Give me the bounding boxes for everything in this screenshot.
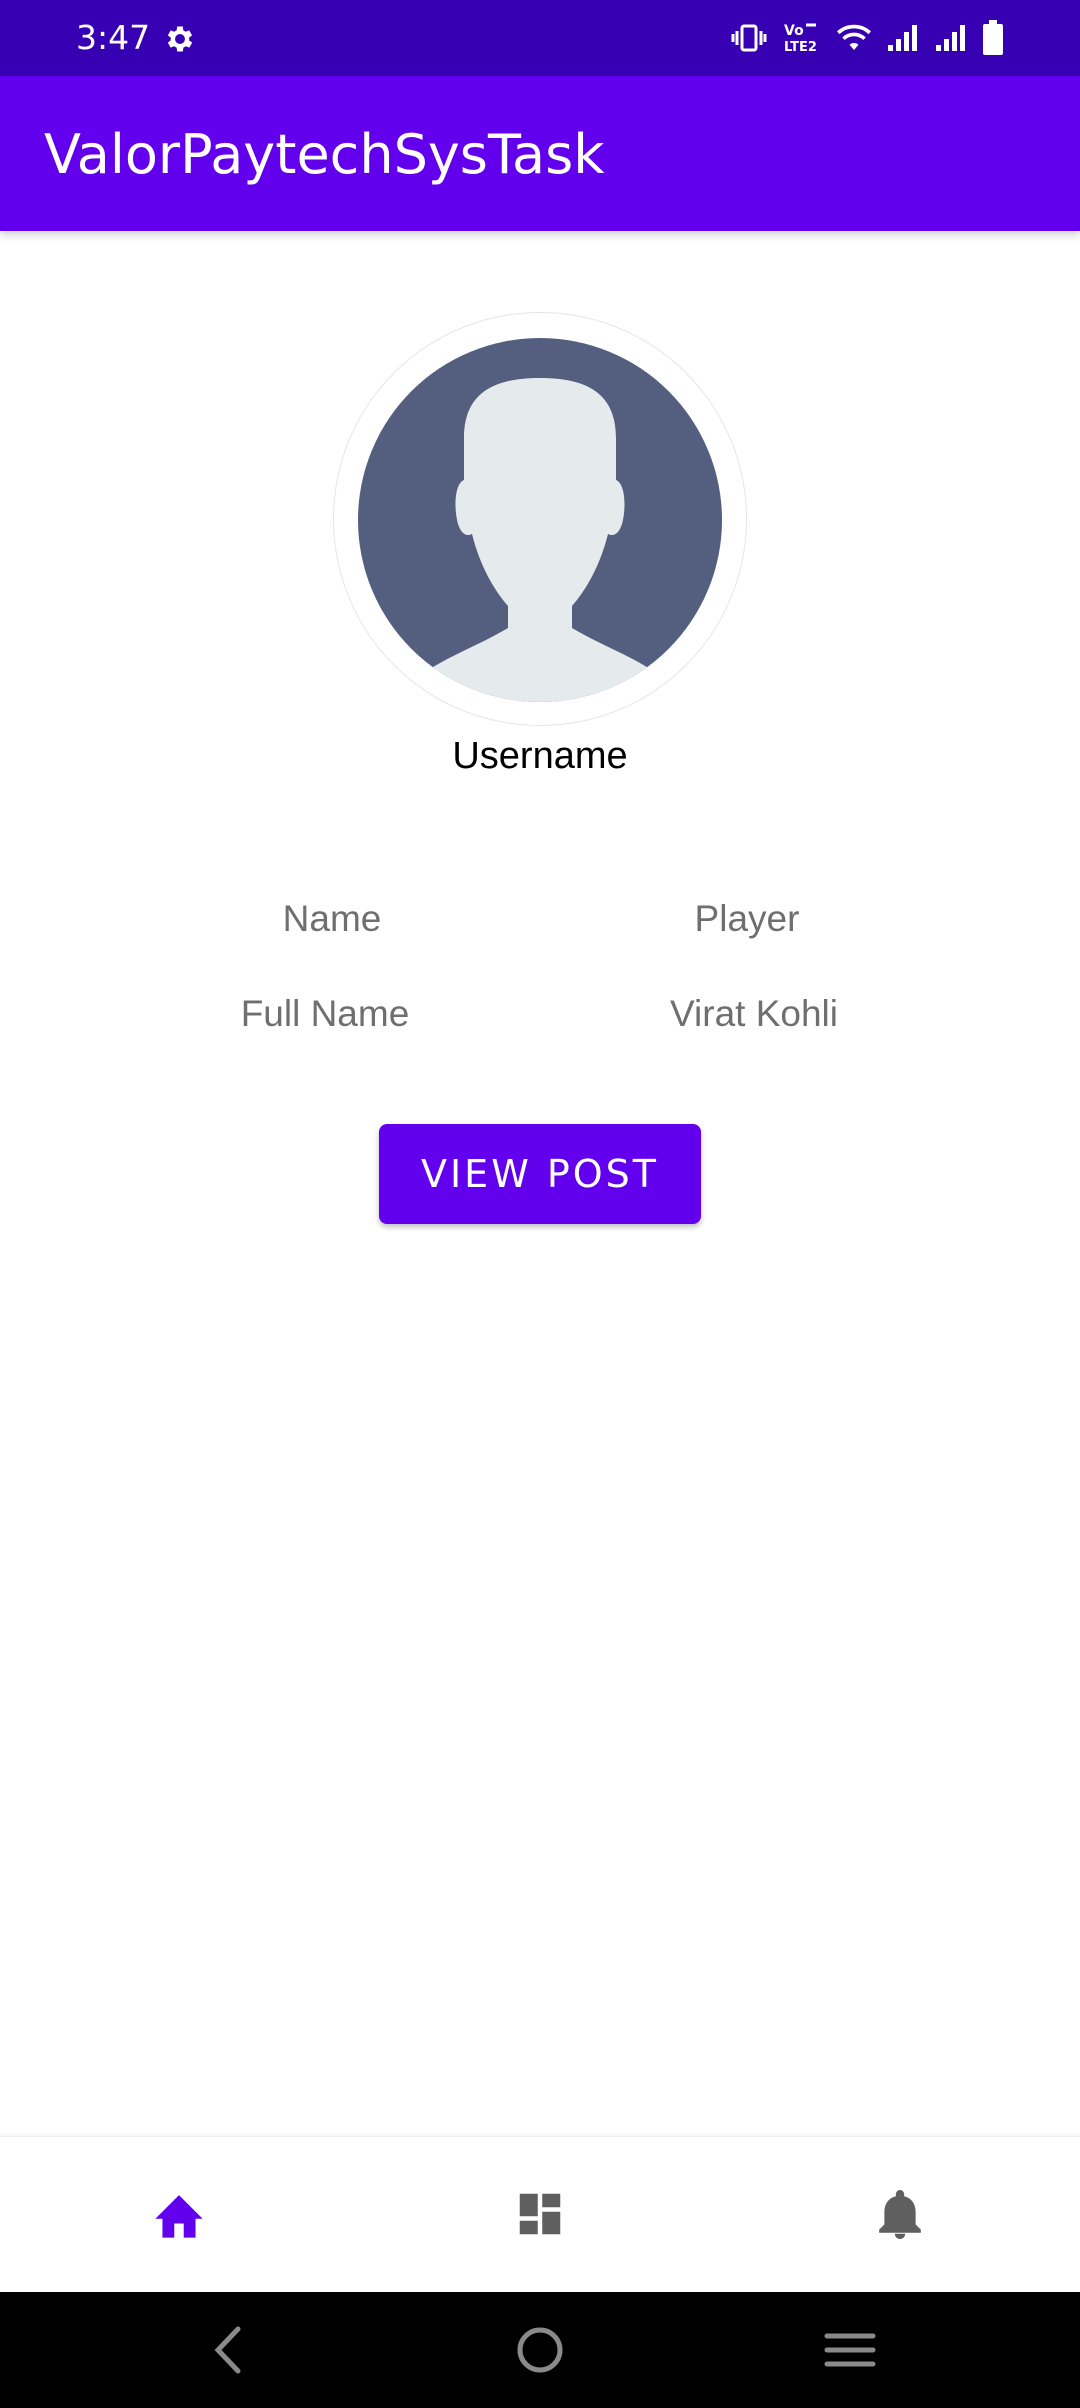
view-post-button[interactable]: VIEW POST bbox=[379, 1124, 701, 1224]
volte-lte2-icon: Vo LTE2 bbox=[782, 21, 822, 55]
home-circle-icon bbox=[517, 2327, 563, 2373]
svg-text:Vo: Vo bbox=[784, 23, 804, 39]
recents-menu-icon bbox=[824, 2333, 876, 2367]
signal-icon bbox=[886, 23, 920, 53]
bottom-navigation bbox=[0, 2136, 1080, 2293]
system-navigation-bar bbox=[0, 2292, 1080, 2408]
signal-icon bbox=[934, 23, 968, 53]
name-value: Player bbox=[694, 898, 800, 939]
battery-icon bbox=[982, 20, 1004, 56]
system-back-button[interactable] bbox=[198, 2320, 258, 2380]
wifi-icon bbox=[836, 23, 872, 53]
system-recents-button[interactable] bbox=[820, 2320, 880, 2380]
vibrate-icon bbox=[730, 23, 768, 53]
status-time: 3:47 bbox=[76, 18, 151, 57]
app-title: ValorPaytechSysTask bbox=[44, 123, 605, 186]
notifications-bell-icon bbox=[879, 2190, 921, 2239]
avatar bbox=[358, 338, 722, 702]
status-icons: Vo LTE2 bbox=[730, 18, 1004, 58]
nav-dashboard-tab[interactable] bbox=[495, 2169, 585, 2259]
back-icon bbox=[214, 2326, 241, 2374]
nav-home-tab[interactable] bbox=[134, 2169, 224, 2259]
username-label: Username bbox=[452, 735, 628, 777]
svg-text:LTE2: LTE2 bbox=[784, 40, 817, 55]
dashboard-icon bbox=[519, 2193, 561, 2235]
nav-notifications-tab[interactable] bbox=[855, 2169, 945, 2259]
settings-gear-icon bbox=[163, 22, 197, 56]
app-bar: ValorPaytechSysTask bbox=[0, 76, 1080, 231]
default-user-avatar-icon bbox=[358, 338, 722, 702]
status-bar: 3:47 Vo LTE2 bbox=[0, 0, 1080, 76]
full-name-label: Full Name bbox=[240, 993, 410, 1034]
full-name-value: Virat Kohli bbox=[670, 993, 838, 1034]
name-label: Name bbox=[282, 898, 382, 939]
home-icon bbox=[155, 2195, 203, 2238]
system-home-button[interactable] bbox=[510, 2320, 570, 2380]
